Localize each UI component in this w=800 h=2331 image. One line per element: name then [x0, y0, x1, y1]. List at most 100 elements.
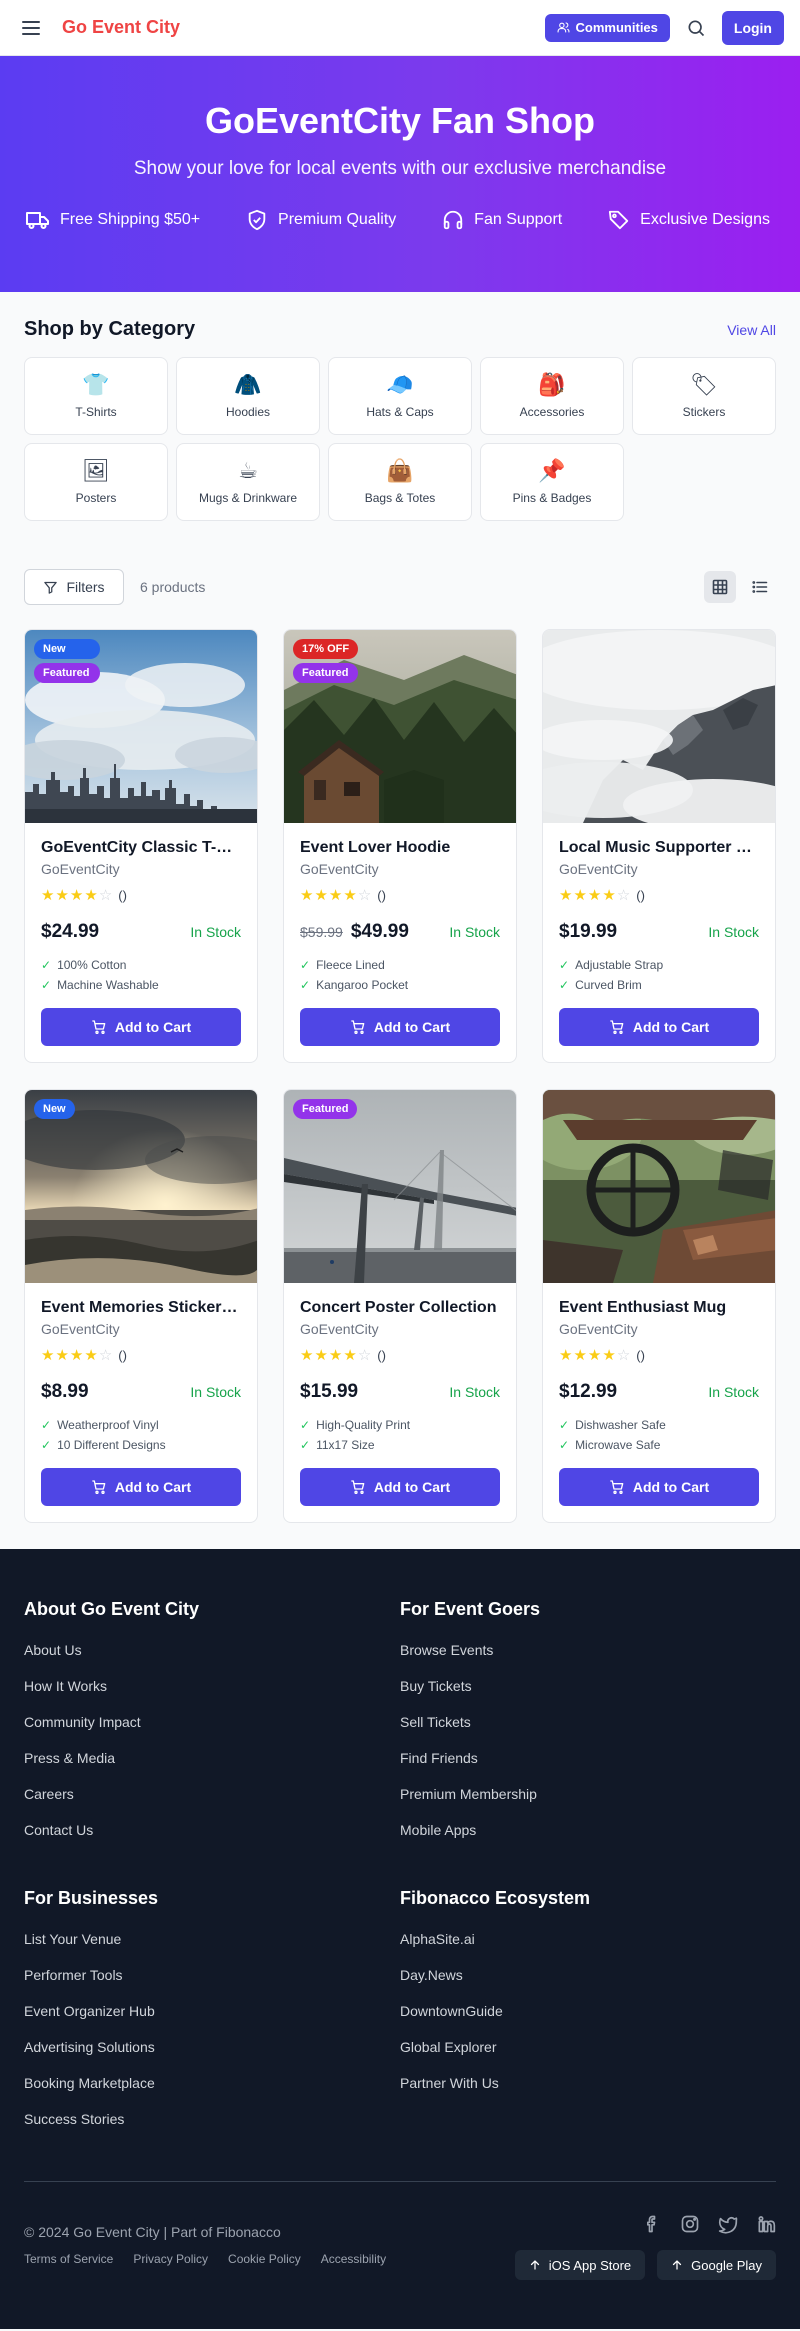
accessibility-link[interactable]: Accessibility [321, 2252, 386, 2266]
product-badges: New [34, 1099, 75, 1119]
footer-link[interactable]: Browse Events [400, 1642, 776, 1678]
list-view-button[interactable] [744, 571, 776, 603]
footer-link[interactable]: Mobile Apps [400, 1822, 776, 1858]
product-name[interactable]: Local Music Supporter Cap [559, 839, 759, 857]
product-card[interactable]: Event Enthusiast Mug GoEventCity ★ ★ ★ ★ ☆ (… [542, 1089, 776, 1523]
footer-link[interactable]: DowntownGuide [400, 2003, 776, 2039]
footer-link[interactable]: Event Organizer Hub [24, 2003, 400, 2039]
product-info: Event Enthusiast Mug GoEventCity ★ ★ ★ ★ ☆ (… [543, 1283, 775, 1455]
product-image[interactable] [543, 1090, 775, 1283]
price-row: $15.99 In Stock [300, 1381, 500, 1403]
feature-label: Exclusive Designs [640, 211, 770, 228]
footer-link[interactable]: Community Impact [24, 1714, 400, 1750]
add-to-cart-button[interactable]: Add to Cart [41, 1008, 241, 1046]
footer-link[interactable]: About Us [24, 1642, 400, 1678]
communities-label: Communities [575, 20, 658, 35]
star-icon: ★ [587, 1346, 602, 1364]
footer-link[interactable]: Success Stories [24, 2111, 400, 2147]
price-row: $8.99 In Stock [41, 1381, 241, 1403]
category-mugs[interactable]: ☕ Mugs & Drinkware [176, 443, 320, 521]
price-row: $19.99 In Stock [559, 921, 759, 943]
product-name[interactable]: Event Enthusiast Mug [559, 1299, 759, 1317]
footer-link[interactable]: Contact Us [24, 1822, 400, 1858]
product-card[interactable]: 17% OFF Featured Event Lover Hoodie GoEv… [283, 629, 517, 1063]
add-to-cart-button[interactable]: Add to Cart [300, 1008, 500, 1046]
footer-bottom: © 2024 Go Event City | Part of Fibonacco… [24, 2214, 776, 2280]
product-count: 6 products [140, 579, 206, 595]
category-posters[interactable]: 🖼 Posters [24, 443, 168, 521]
stock-status: In Stock [449, 924, 500, 940]
site-logo[interactable]: Go Event City [62, 17, 180, 38]
footer-link[interactable]: Performer Tools [24, 1967, 400, 2003]
footer-link[interactable]: Global Explorer [400, 2039, 776, 2075]
product-name[interactable]: Event Memories Sticker Pack [41, 1299, 241, 1317]
product-card[interactable]: Local Music Supporter Cap GoEventCity ★ ★… [542, 629, 776, 1063]
footer-link[interactable]: Premium Membership [400, 1786, 776, 1822]
star-icon: ★ [573, 1346, 587, 1364]
category-bags[interactable]: 👜 Bags & Totes [328, 443, 472, 521]
footer-link[interactable]: List Your Venue [24, 1931, 400, 1967]
category-hoodies[interactable]: 🧥 Hoodies [176, 357, 320, 435]
login-button[interactable]: Login [721, 10, 784, 45]
cart-icon [91, 1019, 107, 1035]
feature-item: ✓ 100% Cotton [41, 955, 241, 975]
tshirt-icon: 👕 [82, 373, 110, 398]
product-image[interactable]: Featured [284, 1090, 516, 1283]
shield-check-icon [246, 209, 268, 231]
product-image[interactable]: New Featured [25, 630, 257, 823]
communities-button[interactable]: Communities [544, 13, 670, 42]
product-badges: New Featured [34, 639, 100, 683]
grid-view-button[interactable] [704, 571, 736, 603]
google-play-button[interactable]: Google Play [657, 2250, 776, 2280]
feature-item: ✓ Curved Brim [559, 975, 759, 995]
filters-button[interactable]: Filters [24, 569, 124, 605]
footer-link[interactable]: Careers [24, 1786, 400, 1822]
category-hats[interactable]: 🧢 Hats & Caps [328, 357, 472, 435]
footer-link[interactable]: AlphaSite.ai [400, 1931, 776, 1967]
linkedin-icon[interactable] [756, 2214, 776, 2234]
check-icon: ✓ [41, 958, 52, 972]
category-label: T-Shirts [75, 405, 117, 419]
product-name[interactable]: Concert Poster Collection [300, 1299, 500, 1317]
footer-divider [24, 2181, 776, 2182]
search-icon[interactable] [686, 18, 706, 38]
product-image[interactable]: 17% OFF Featured [284, 630, 516, 823]
footer-link[interactable]: Advertising Solutions [24, 2039, 400, 2075]
cookie-link[interactable]: Cookie Policy [228, 2252, 301, 2266]
add-to-cart-button[interactable]: Add to Cart [300, 1468, 500, 1506]
app-store-buttons: iOS App Store Google Play [514, 2250, 776, 2280]
product-image[interactable] [543, 630, 775, 823]
category-pins[interactable]: 📌 Pins & Badges [480, 443, 624, 521]
product-card[interactable]: New Event Memories Sticker Pack GoEventC… [24, 1089, 258, 1523]
product-card[interactable]: Featured Concert Poster Collection GoEve… [283, 1089, 517, 1523]
view-all-link[interactable]: View All [727, 322, 776, 338]
product-name[interactable]: GoEventCity Classic T-Shirt [41, 839, 241, 857]
footer-link[interactable]: Buy Tickets [400, 1678, 776, 1714]
star-icon: ★ [602, 886, 616, 904]
add-to-cart-button[interactable]: Add to Cart [559, 1008, 759, 1046]
footer-link[interactable]: Day.News [400, 1967, 776, 2003]
instagram-icon[interactable] [680, 2214, 700, 2234]
privacy-link[interactable]: Privacy Policy [133, 2252, 208, 2266]
star-icon: ★ [41, 1346, 55, 1364]
footer-link[interactable]: Press & Media [24, 1750, 400, 1786]
twitter-icon[interactable] [718, 2214, 738, 2234]
facebook-icon[interactable] [642, 2214, 662, 2234]
menu-icon[interactable] [22, 20, 40, 35]
product-image[interactable]: New [25, 1090, 257, 1283]
product-name[interactable]: Event Lover Hoodie [300, 839, 500, 857]
framed-picture-icon: 🖼 [82, 459, 110, 484]
footer-link[interactable]: How It Works [24, 1678, 400, 1714]
footer-link[interactable]: Sell Tickets [400, 1714, 776, 1750]
footer-link[interactable]: Partner With Us [400, 2075, 776, 2111]
category-stickers[interactable]: 🏷 Stickers [632, 357, 776, 435]
terms-link[interactable]: Terms of Service [24, 2252, 113, 2266]
ios-app-store-button[interactable]: iOS App Store [514, 2250, 646, 2280]
category-tshirts[interactable]: 👕 T-Shirts [24, 357, 168, 435]
add-to-cart-button[interactable]: Add to Cart [559, 1468, 759, 1506]
category-accessories[interactable]: 🎒 Accessories [480, 357, 624, 435]
product-card[interactable]: New Featured GoEventCity Classic T-Shirt… [24, 629, 258, 1063]
footer-link[interactable]: Booking Marketplace [24, 2075, 400, 2111]
add-to-cart-button[interactable]: Add to Cart [41, 1468, 241, 1506]
footer-link[interactable]: Find Friends [400, 1750, 776, 1786]
